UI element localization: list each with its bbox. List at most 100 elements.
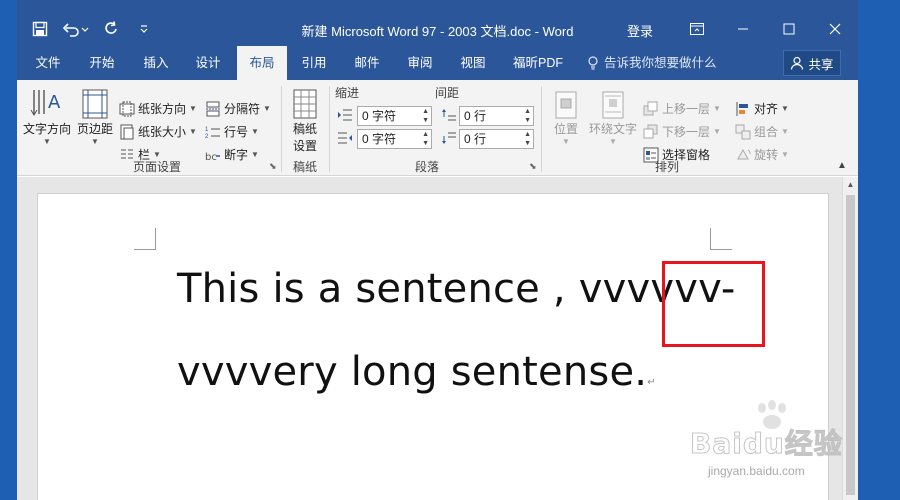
- document-text-line-1[interactable]: This is a sentence , vvvvvv-: [177, 266, 736, 312]
- paragraph-launcher-icon[interactable]: ⬊: [529, 161, 537, 172]
- arrange-group-label: 排列: [654, 160, 679, 174]
- tab-foxit-pdf[interactable]: 福昕PDF: [507, 46, 569, 80]
- margins-icon: [75, 86, 115, 120]
- draft-settings-button[interactable]: 稿纸 设置: [285, 86, 325, 154]
- position-icon: [547, 86, 585, 120]
- tab-review[interactable]: 审阅: [401, 46, 439, 80]
- send-backward-button[interactable]: 下移一层 ▼: [643, 123, 721, 140]
- spacing-after-icon: [441, 131, 457, 145]
- desktop-left: [0, 0, 17, 500]
- close-icon[interactable]: [812, 12, 858, 46]
- position-button[interactable]: 位置 ▼: [547, 86, 585, 146]
- bring-forward-icon: [643, 101, 658, 115]
- watermark-url: jingyan.baidu.com: [708, 464, 805, 478]
- margins-button[interactable]: 页边距 ▼: [75, 86, 115, 146]
- breaks-button[interactable]: 分隔符 ▼: [205, 100, 271, 117]
- position-label: 位置: [553, 122, 578, 136]
- page-setup-launcher-icon[interactable]: ⬊: [269, 161, 277, 172]
- tab-insert[interactable]: 插入: [137, 46, 175, 80]
- align-icon: [736, 101, 748, 116]
- orientation-button[interactable]: 纸张方向 ▼: [119, 100, 197, 117]
- rotate-icon: [737, 148, 751, 159]
- draft-settings-label-line2: 设置: [292, 139, 317, 153]
- margins-label: 页边距: [76, 122, 113, 136]
- orientation-label: 纸张方向: [138, 102, 187, 116]
- indent-left-icon: [337, 108, 353, 122]
- breaks-icon: [206, 101, 220, 116]
- document-text-line-2[interactable]: vvvvery long sentense.↵: [177, 349, 656, 395]
- spinner-arrows-icon[interactable]: ▲ ▼: [422, 130, 429, 148]
- svg-text:1: 1: [205, 127, 209, 133]
- group-button[interactable]: 组合 ▼: [735, 123, 789, 140]
- text-direction-icon: A: [21, 86, 73, 120]
- spacing-before-input[interactable]: 0 行 ▲ ▼: [459, 106, 534, 126]
- highlight-box: [662, 261, 765, 347]
- group-label: 组合: [754, 125, 779, 139]
- ribbon-separator: [541, 86, 542, 172]
- tab-layout[interactable]: 布局: [237, 46, 287, 82]
- spacing-before-value: 0 行: [464, 109, 487, 123]
- svg-text:A: A: [48, 92, 61, 113]
- line-numbers-button[interactable]: 12 行号 ▼: [205, 123, 259, 140]
- watermark-brand: Baidu经验: [690, 427, 843, 461]
- crop-mark-right: [710, 228, 732, 250]
- spinner-arrows-icon[interactable]: ▲ ▼: [524, 107, 531, 125]
- wrap-text-button[interactable]: 环绕文字 ▼: [587, 86, 639, 146]
- ribbon-tabs: 文件 开始 插入 设计 布局 引用 邮件 审阅 视图 福昕PDF 告诉我你想要做…: [17, 46, 858, 82]
- spacing-after-value: 0 行: [464, 132, 487, 146]
- draft-group-label: 稿纸: [292, 160, 317, 174]
- share-label: 共享: [808, 57, 834, 72]
- draft-settings-label-line1: 稿纸: [292, 122, 317, 136]
- minimize-icon[interactable]: [720, 12, 766, 46]
- align-button[interactable]: 对齐 ▼: [735, 100, 789, 117]
- document-text-line-2-text: vvvvery long sentense.: [177, 349, 648, 395]
- paragraph-mark-icon: ↵: [647, 377, 656, 388]
- paper-size-icon: [120, 124, 134, 139]
- indent-right-input[interactable]: 0 字符 ▲ ▼: [357, 129, 432, 149]
- orientation-icon: [119, 101, 135, 116]
- tab-view[interactable]: 视图: [454, 46, 492, 80]
- ribbon-layout: A 文字方向 ▼ 页边距 ▼ 纸张方向 ▼ 纸张大小 ▼ 栏 ▼ 分隔符 ▼ 1…: [17, 80, 858, 176]
- indent-left-input[interactable]: 0 字符 ▲ ▼: [357, 106, 432, 126]
- login-link[interactable]: 登录: [627, 21, 653, 40]
- indent-left-value: 0 字符: [362, 109, 397, 123]
- text-direction-button[interactable]: A 文字方向 ▼: [21, 86, 73, 146]
- breaks-label: 分隔符: [224, 102, 261, 116]
- spinner-arrows-icon[interactable]: ▲ ▼: [422, 107, 429, 125]
- tab-file[interactable]: 文件: [31, 46, 65, 80]
- tell-me-box[interactable]: 告诉我你想要做什么: [587, 46, 717, 80]
- spacing-after-input[interactable]: 0 行 ▲ ▼: [459, 129, 534, 149]
- ribbon-display-options-icon[interactable]: [674, 12, 720, 46]
- share-button[interactable]: 共享: [783, 50, 841, 76]
- title-bar: 新建 Microsoft Word 97 - 2003 文档.doc - Wor…: [17, 12, 858, 46]
- spacing-before-icon: [441, 108, 457, 122]
- maximize-icon[interactable]: [766, 12, 812, 46]
- rotate-label: 旋转: [754, 148, 779, 162]
- spinner-arrows-icon[interactable]: ▲ ▼: [524, 130, 531, 148]
- tab-design[interactable]: 设计: [189, 46, 227, 80]
- tab-home[interactable]: 开始: [83, 46, 121, 80]
- scroll-up-icon[interactable]: ▲: [843, 177, 858, 193]
- desktop-right: [858, 0, 900, 500]
- send-backward-label: 下移一层: [662, 125, 711, 139]
- send-backward-icon: [643, 124, 658, 138]
- size-button[interactable]: 纸张大小 ▼: [119, 123, 197, 140]
- group-icon: [735, 124, 751, 139]
- align-label: 对齐: [754, 102, 779, 116]
- bring-forward-button[interactable]: 上移一层 ▼: [643, 100, 721, 117]
- collapse-ribbon-icon[interactable]: ▲: [837, 160, 847, 171]
- hyphenation-label: 断字: [224, 148, 249, 162]
- bring-forward-label: 上移一层: [662, 102, 711, 116]
- line-numbers-icon: 12: [205, 127, 220, 140]
- tab-references[interactable]: 引用: [295, 46, 333, 80]
- indent-right-value: 0 字符: [362, 132, 397, 146]
- ribbon-separator: [281, 86, 282, 172]
- spacing-heading: 间距: [435, 86, 460, 100]
- svg-text:2: 2: [205, 134, 209, 140]
- ribbon-separator: [329, 86, 330, 172]
- paragraph-group-label: 段落: [414, 160, 439, 174]
- tab-mailings[interactable]: 邮件: [348, 46, 386, 80]
- rotate-button[interactable]: 旋转 ▼: [735, 146, 789, 163]
- wrap-text-label: 环绕文字: [588, 122, 637, 136]
- text-direction-label: 文字方向: [22, 122, 71, 136]
